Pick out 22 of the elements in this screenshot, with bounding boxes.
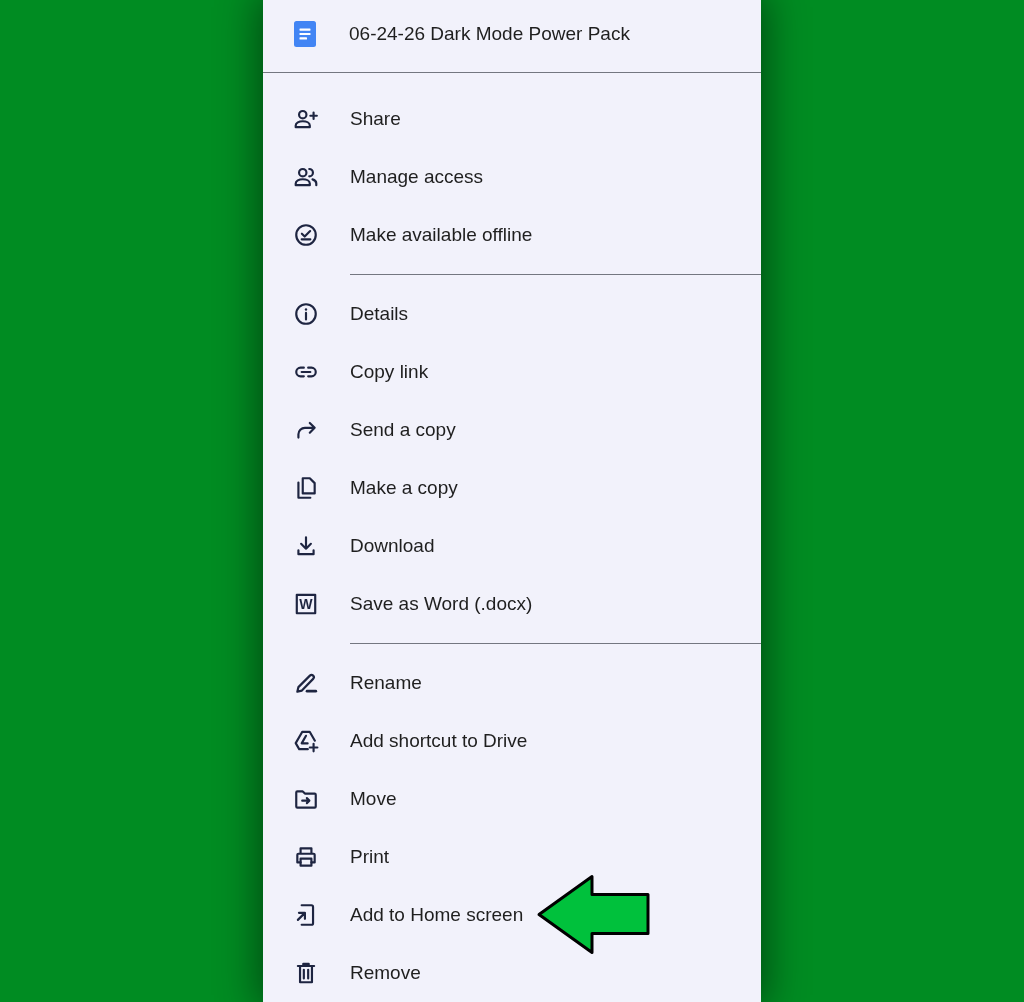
menu-item[interactable]: Send a copy: [263, 401, 761, 459]
menu-item[interactable]: Make a copy: [263, 459, 761, 517]
menu-item[interactable]: Move: [263, 770, 761, 828]
menu-item[interactable]: Add to Home screen: [263, 886, 761, 944]
info-icon: [293, 301, 319, 327]
menu-item[interactable]: Rename: [263, 654, 761, 712]
file-title: 06-24-26 Dark Mode Power Pack: [349, 23, 630, 45]
menu-item[interactable]: Print: [263, 828, 761, 886]
menu-item[interactable]: W Save as Word (.docx): [263, 575, 761, 633]
printer-icon: [293, 844, 319, 870]
drive-add-icon: [293, 728, 319, 754]
menu-item[interactable]: Download: [263, 517, 761, 575]
menu-item[interactable]: Remove: [263, 944, 761, 1002]
menu-item[interactable]: Make available offline: [263, 206, 761, 264]
menu-item[interactable]: Share: [263, 90, 761, 148]
menu-item[interactable]: Manage access: [263, 148, 761, 206]
document-icon: [294, 21, 316, 47]
offline-check-icon: [293, 222, 319, 248]
menu-item[interactable]: Details: [263, 285, 761, 343]
menu-item[interactable]: Copy link: [263, 343, 761, 401]
menu-item[interactable]: Add shortcut to Drive: [263, 712, 761, 770]
word-file-icon: W: [293, 591, 319, 617]
